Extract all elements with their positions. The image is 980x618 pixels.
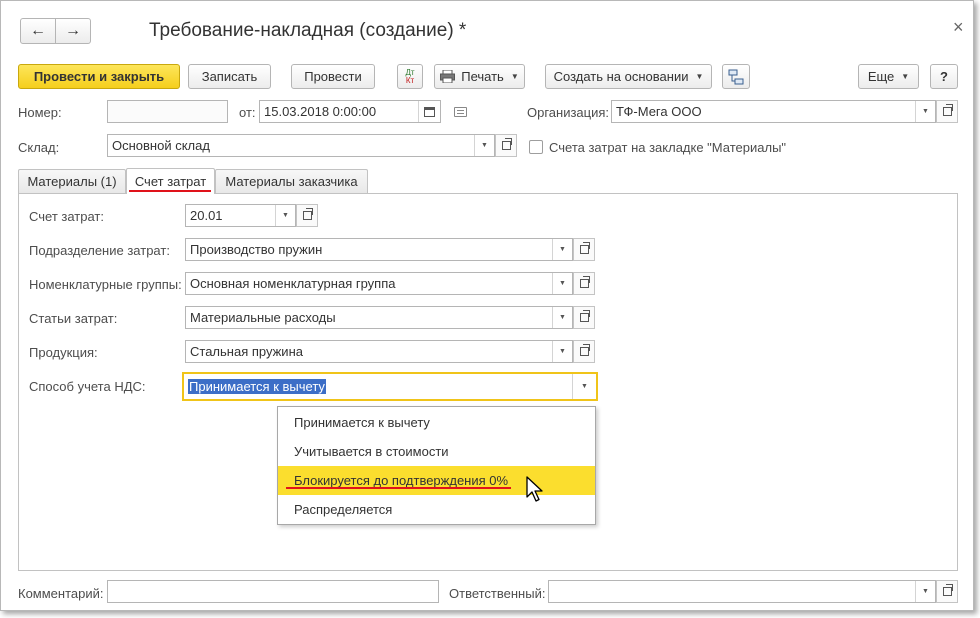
responsible-field[interactable]: ▼ (548, 580, 936, 603)
vat-method-field[interactable]: Принимается к вычету ▼ (182, 372, 598, 401)
chevron-down-icon[interactable]: ▼ (552, 307, 572, 328)
structure-button[interactable] (722, 64, 750, 89)
option-underline (286, 487, 511, 489)
tab-underline (129, 190, 211, 192)
cost-items-open-button[interactable] (573, 306, 595, 329)
calendar-icon[interactable] (418, 101, 440, 122)
open-icon (579, 276, 590, 288)
window-title: Требование-накладная (создание) * (149, 20, 467, 41)
open-icon (942, 104, 953, 116)
chevron-down-icon[interactable]: ▼ (474, 135, 494, 156)
arrow-right-icon: → (65, 22, 81, 39)
open-icon (579, 344, 590, 356)
warehouse-field[interactable]: Основной склад ▼ (107, 134, 495, 157)
number-label: Номер: (18, 105, 62, 120)
dropdown-option[interactable]: Распределяется (278, 495, 595, 524)
post-and-close-button[interactable]: Провести и закрыть (18, 64, 180, 89)
nomenclature-label: Номенклатурные группы: (29, 277, 182, 292)
cost-accounts-checkbox[interactable] (529, 140, 543, 154)
structure-icon (728, 69, 744, 84)
date-field[interactable]: 15.03.2018 0:00:00 (259, 100, 441, 123)
post-button[interactable]: Провести (291, 64, 375, 89)
vat-method-dropdown: Принимается к вычету Учитывается в стоим… (277, 406, 596, 525)
open-icon (501, 138, 512, 150)
forward-button[interactable]: → (55, 18, 91, 44)
cost-account-field[interactable]: 20.01 ▼ (185, 204, 296, 227)
product-label: Продукция: (29, 345, 98, 360)
organization-open-button[interactable] (936, 100, 958, 123)
warehouse-label: Склад: (18, 140, 60, 155)
chevron-down-icon[interactable]: ▼ (552, 341, 572, 362)
number-field[interactable] (107, 100, 228, 123)
responsible-open-button[interactable] (936, 580, 958, 603)
mouse-cursor-icon (526, 476, 543, 502)
open-icon (579, 242, 590, 254)
warehouse-open-button[interactable] (495, 134, 517, 157)
dt-kt-icon: Дт Кт (405, 67, 415, 85)
comment-label: Комментарий: (18, 586, 104, 601)
cost-accounts-checkbox-label: Счета затрат на закладке "Материалы" (549, 140, 787, 155)
chevron-down-icon[interactable]: ▼ (552, 239, 572, 260)
date-label: от: (239, 105, 256, 120)
chevron-down-icon[interactable]: ▼ (552, 273, 572, 294)
dropdown-option-highlighted[interactable]: Блокируется до подтверждения 0% (278, 466, 595, 495)
division-label: Подразделение затрат: (29, 243, 170, 258)
note-icon[interactable] (454, 107, 467, 117)
cost-items-field[interactable]: Материальные расходы ▼ (185, 306, 573, 329)
tab-customer-materials[interactable]: Материалы заказчика (215, 169, 368, 193)
chevron-down-icon[interactable]: ▼ (915, 581, 935, 602)
back-button[interactable]: ← (20, 18, 56, 44)
nomenclature-field[interactable]: Основная номенклатурная группа ▼ (185, 272, 573, 295)
cost-account-open-button[interactable] (296, 204, 318, 227)
document-window: ← → Требование-накладная (создание) * × … (0, 0, 974, 611)
open-icon (942, 584, 953, 596)
chevron-down-icon[interactable]: ▼ (915, 101, 935, 122)
vat-method-label: Способ учета НДС: (29, 379, 146, 394)
organization-field[interactable]: ТФ-Мега ООО ▼ (611, 100, 936, 123)
division-field[interactable]: Производство пружин ▼ (185, 238, 573, 261)
arrow-left-icon: ← (30, 22, 46, 39)
dropdown-option[interactable]: Принимается к вычету (278, 408, 595, 437)
vat-method-selected-text: Принимается к вычету (188, 379, 326, 394)
open-icon (579, 310, 590, 322)
save-button[interactable]: Записать (188, 64, 271, 89)
help-button[interactable]: ? (930, 64, 958, 89)
dt-kt-button[interactable]: Дт Кт (397, 64, 423, 89)
print-button[interactable]: Печать ▼ (434, 64, 525, 89)
close-icon[interactable]: × (953, 17, 964, 38)
cost-account-label: Счет затрат: (29, 209, 104, 224)
organization-label: Организация: (527, 105, 610, 120)
more-button[interactable]: Еще ▼ (858, 64, 919, 89)
product-field[interactable]: Стальная пружина ▼ (185, 340, 573, 363)
responsible-label: Ответственный: (449, 586, 546, 601)
open-icon (302, 208, 313, 220)
division-open-button[interactable] (573, 238, 595, 261)
create-based-on-button[interactable]: Создать на основании ▼ (545, 64, 712, 89)
chevron-down-icon: ▼ (695, 72, 704, 81)
printer-icon (440, 70, 456, 83)
chevron-down-icon: ▼ (901, 72, 910, 81)
cost-items-label: Статьи затрат: (29, 311, 118, 326)
comment-field[interactable] (107, 580, 439, 603)
product-open-button[interactable] (573, 340, 595, 363)
chevron-down-icon[interactable]: ▼ (572, 374, 596, 399)
chevron-down-icon: ▼ (510, 72, 519, 81)
nomenclature-open-button[interactable] (573, 272, 595, 295)
dropdown-option[interactable]: Учитывается в стоимости (278, 437, 595, 466)
tab-materials[interactable]: Материалы (1) (18, 169, 126, 193)
chevron-down-icon[interactable]: ▼ (275, 205, 295, 226)
